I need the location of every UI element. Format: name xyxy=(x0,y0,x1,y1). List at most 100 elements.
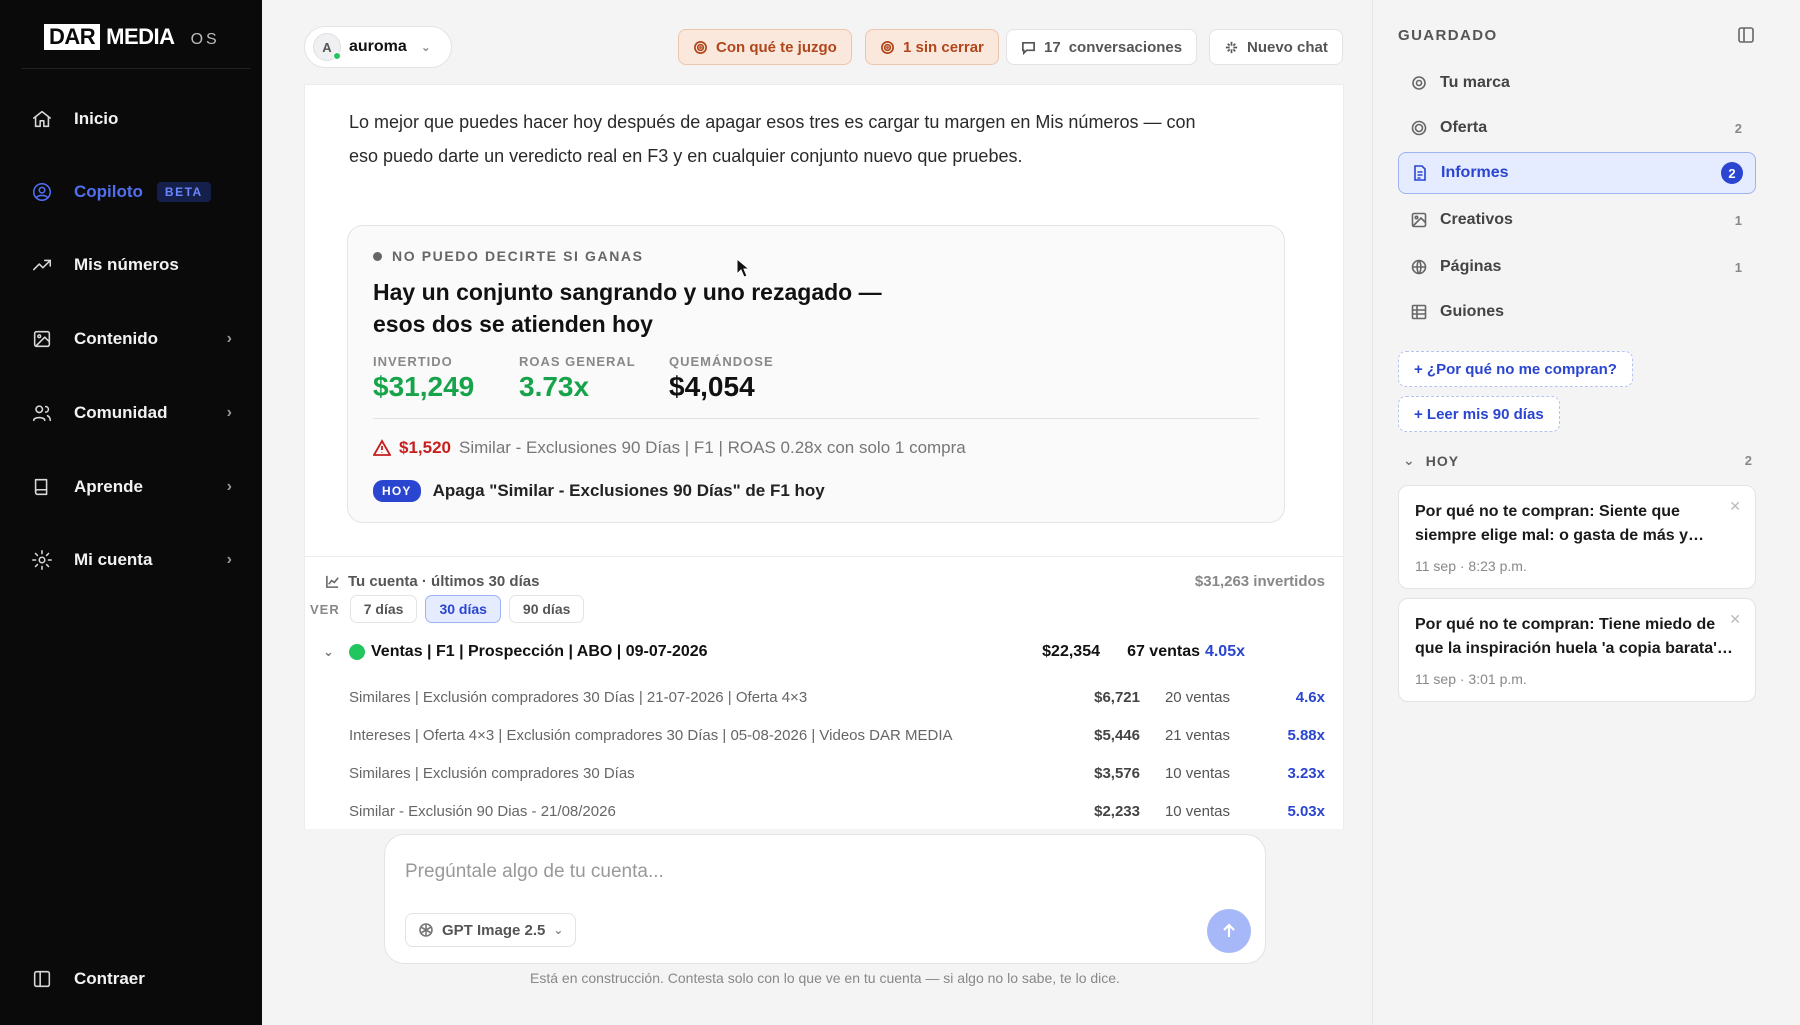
judge-criteria-button[interactable]: Con qué te juzgo xyxy=(678,29,852,65)
adset-name: Similares | Exclusión compradores 30 Día… xyxy=(349,688,808,706)
open-items-button[interactable]: 1 sin cerrar xyxy=(865,29,999,65)
collapse-sidebar-button[interactable]: Contraer xyxy=(30,961,232,997)
saved-item-label: Páginas xyxy=(1440,258,1502,275)
close-icon[interactable]: ✕ xyxy=(1729,611,1741,628)
saved-note[interactable]: Por qué no te compran: Tiene miedo de qu… xyxy=(1398,598,1756,702)
chat-main: A auroma ⌄ Con qué te juzgo 1 sin cerrar… xyxy=(262,0,1372,1025)
avatar: A xyxy=(313,33,341,61)
saved-item-label: Guiones xyxy=(1440,303,1505,320)
model-name: GPT Image 2.5 xyxy=(442,921,546,939)
kpi-invested: INVERTIDO $31,249 xyxy=(373,354,474,403)
target-icon xyxy=(694,40,707,54)
saved-item-informes[interactable]: Informes 2 xyxy=(1398,152,1756,194)
chevron-right-icon: › xyxy=(226,551,232,568)
nav-item-aprende[interactable]: Aprende › xyxy=(30,469,232,505)
saved-note[interactable]: Por qué no te compran: Siente que siempr… xyxy=(1398,485,1756,589)
nav-label: Comunidad xyxy=(74,403,168,422)
adset-row[interactable]: Similar - Exclusión 90 Dias - 21/08/2026… xyxy=(349,796,1325,826)
close-icon[interactable]: ✕ xyxy=(1729,498,1741,515)
nav-item-mi-cuenta[interactable]: Mi cuenta › xyxy=(30,542,232,578)
chip-read-90-days[interactable]: + Leer mis 90 días xyxy=(1398,396,1560,432)
image-icon xyxy=(1411,212,1427,228)
target-icon xyxy=(1411,120,1427,136)
adset-row[interactable]: Similares | Exclusión compradores 30 Día… xyxy=(349,758,1325,788)
kpi-value: $4,054 xyxy=(669,371,755,402)
saved-title: GUARDADO xyxy=(1398,27,1498,44)
trend-icon xyxy=(30,253,54,277)
nav-item-mis-numeros[interactable]: Mis números xyxy=(30,247,232,283)
workspace-switcher[interactable]: A auroma ⌄ xyxy=(304,26,452,68)
kpi-roas: ROAS GENERAL 3.73x xyxy=(519,354,636,403)
nav-label: Copiloto xyxy=(74,182,143,201)
adset-roas: 5.88x xyxy=(1287,726,1325,744)
saved-item-paginas[interactable]: Páginas 1 xyxy=(1398,246,1756,288)
logo-suffix: OS xyxy=(190,31,220,48)
adset-roas: 5.03x xyxy=(1287,802,1325,820)
kpi-burning: QUEMÁNDOSE $4,054 xyxy=(669,354,774,403)
send-button[interactable] xyxy=(1207,909,1251,953)
today-section-header[interactable]: ⌄ HOY 2 xyxy=(1403,452,1753,469)
kpi-value: $31,249 xyxy=(373,371,475,402)
saved-item-creativos[interactable]: Creativos 1 xyxy=(1398,199,1756,241)
logo-box: DAR xyxy=(44,24,101,50)
gear-icon xyxy=(30,548,54,572)
nav-item-contenido[interactable]: Contenido › xyxy=(30,321,232,357)
nav-item-inicio[interactable]: Inicio xyxy=(30,101,232,137)
globe-icon xyxy=(1411,259,1427,275)
chevron-down-icon: ⌄ xyxy=(553,923,564,937)
adset-sales: 20 ventas xyxy=(1164,688,1230,706)
note-title: Por qué no te compran: Siente que siempr… xyxy=(1415,503,1689,544)
chevron-down-icon[interactable]: ⌄ xyxy=(323,644,349,660)
note-date: 11 sep · 3:01 p.m. xyxy=(1415,671,1527,687)
nav-label: Mis números xyxy=(74,255,179,274)
adset-row[interactable]: Intereses | Oferta 4×3 | Exclusión compr… xyxy=(349,720,1325,750)
adset-row[interactable]: Similares | Exclusión compradores 30 Día… xyxy=(349,682,1325,712)
collapse-label: Contraer xyxy=(74,969,145,988)
warning-text: Similar - Exclusiones 90 Días | F1 | ROA… xyxy=(459,438,966,457)
kpi-value: 3.73x xyxy=(519,371,590,402)
chip-why-no-buy[interactable]: + ¿Por qué no me compran? xyxy=(1398,351,1633,387)
line-chart-icon xyxy=(326,575,339,588)
target-icon xyxy=(881,40,894,54)
new-chat-label: Nuevo chat xyxy=(1247,38,1328,56)
nav-item-copiloto[interactable]: Copiloto BETA xyxy=(30,174,232,210)
assistant-message: Lo mejor que puedes hacer hoy después de… xyxy=(349,112,1196,166)
adset-name: Similar - Exclusión 90 Dias - 21/08/2026 xyxy=(349,802,616,820)
chat-scroll-area[interactable]: Lo mejor que puedes hacer hoy después de… xyxy=(304,84,1344,829)
saved-item-guiones[interactable]: Guiones xyxy=(1398,291,1756,333)
saved-panel: GUARDADO Tu marca Oferta 2 Informes 2 Cr… xyxy=(1372,0,1800,1025)
adset-spend: $5,446 xyxy=(1094,726,1140,744)
range-selector: VER 7 días 30 días 90 días xyxy=(310,595,585,623)
today-badge: HOY xyxy=(373,480,421,502)
note-title: Por qué no te compran: Tiene miedo de qu… xyxy=(1415,616,1731,657)
new-chat-button[interactable]: Nuevo chat xyxy=(1209,29,1343,65)
message-input[interactable]: Pregúntale algo de tu cuenta... xyxy=(405,861,664,883)
range-7-days[interactable]: 7 días xyxy=(349,595,418,623)
saved-item-oferta[interactable]: Oferta 2 xyxy=(1398,107,1756,149)
conversations-label: conversaciones xyxy=(1068,38,1183,56)
toggle-panel-button[interactable] xyxy=(1737,26,1755,44)
kpi-label: INVERTIDO xyxy=(373,354,453,369)
chat-composer[interactable]: Pregúntale algo de tu cuenta... GPT Imag… xyxy=(384,834,1266,964)
openai-icon xyxy=(419,923,433,937)
users-icon xyxy=(30,401,54,425)
adset-spend: $2,233 xyxy=(1094,802,1140,820)
campaign-row[interactable]: ⌄ Ventas | F1 | Prospección | ABO | 09-0… xyxy=(323,637,1325,667)
home-icon xyxy=(30,107,54,131)
range-30-days[interactable]: 30 días xyxy=(425,595,501,623)
verdict-divider xyxy=(373,418,1259,419)
campaign-spend: $22,354 xyxy=(1042,643,1100,660)
sidebar: DAR MEDIA OS Inicio Copiloto BETA Mis nú… xyxy=(0,0,262,1025)
conversations-button[interactable]: 17 conversaciones xyxy=(1006,29,1198,65)
open-items-label: 1 sin cerrar xyxy=(903,38,984,56)
judge-criteria-label: Con qué te juzgo xyxy=(716,38,837,56)
saved-item-tu-marca[interactable]: Tu marca xyxy=(1398,62,1756,104)
warning-triangle-icon xyxy=(373,439,391,456)
brand-logo[interactable]: DAR MEDIA OS xyxy=(44,24,220,50)
account-divider xyxy=(305,556,1343,557)
range-90-days[interactable]: 90 días xyxy=(508,595,585,623)
sparkle-icon xyxy=(1225,41,1238,53)
chevron-down-icon: ⌄ xyxy=(1403,452,1416,468)
nav-item-comunidad[interactable]: Comunidad › xyxy=(30,395,232,431)
model-selector[interactable]: GPT Image 2.5 ⌄ xyxy=(405,913,577,947)
